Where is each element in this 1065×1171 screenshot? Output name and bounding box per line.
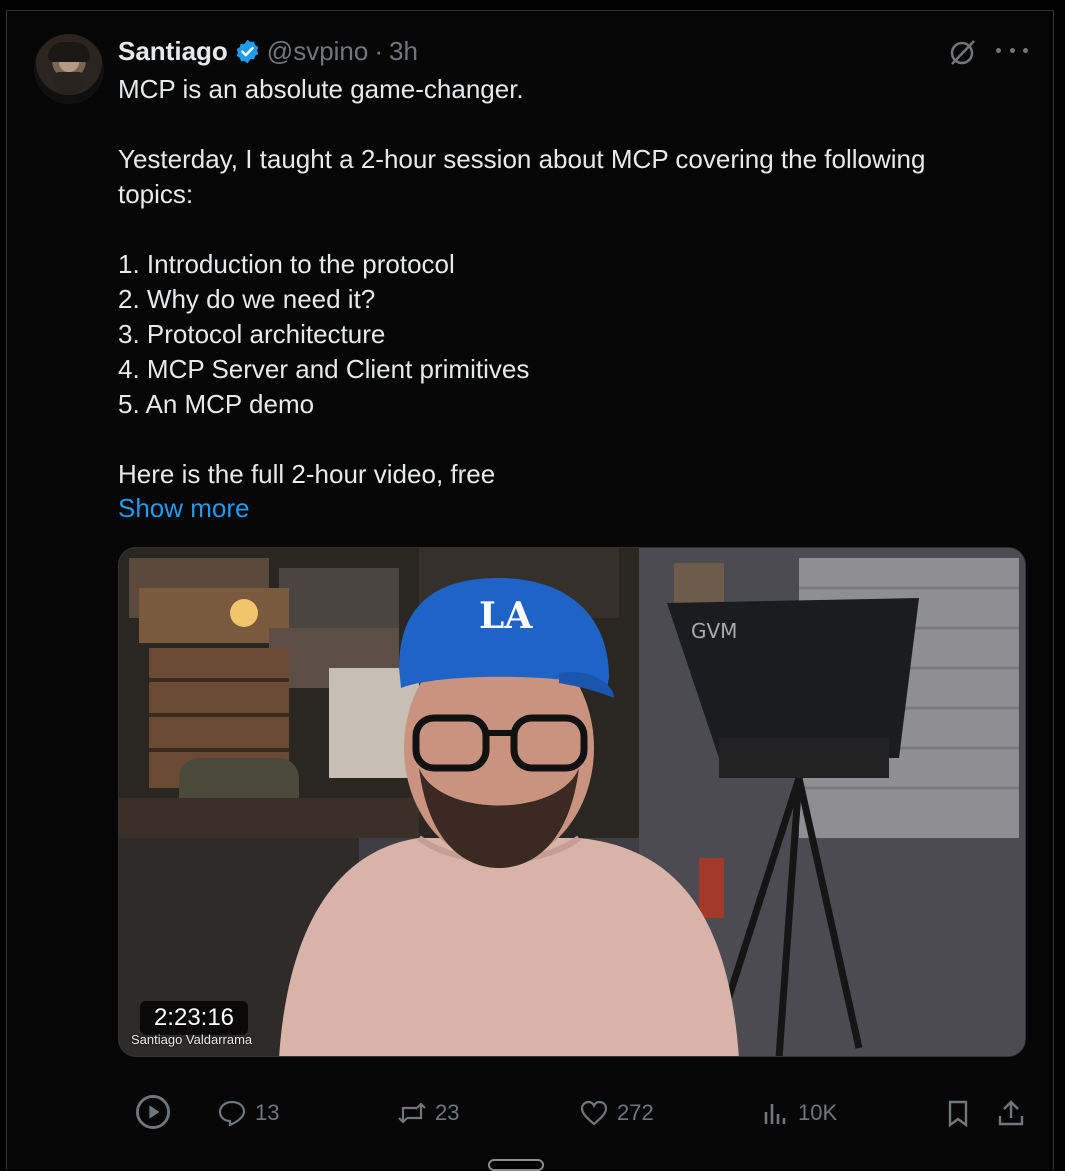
- heart-icon: [580, 1100, 608, 1126]
- repost-icon: [398, 1102, 426, 1124]
- author-name[interactable]: Santiago: [118, 36, 228, 67]
- more-icon[interactable]: [996, 38, 1028, 62]
- video-overlay-name: Santiago Valdarrama: [131, 1032, 253, 1047]
- video-player[interactable]: LA GVM: [118, 547, 1026, 1057]
- video-duration: 2:23:16: [140, 1001, 248, 1035]
- reply-count: 13: [255, 1100, 280, 1125]
- avatar-hair: [48, 42, 90, 62]
- reply-icon: [218, 1100, 246, 1127]
- tweet-header: Santiago @svpino · 3h: [118, 32, 418, 70]
- bookmark-icon: [948, 1100, 968, 1128]
- device-brand-label: GVM: [691, 619, 737, 643]
- avatar[interactable]: [34, 34, 104, 104]
- repost-count: 23: [435, 1100, 460, 1125]
- views-count: 10K: [798, 1100, 838, 1125]
- action-bar: 13 23 272 10K: [0, 1090, 1065, 1138]
- views-icon: [764, 1104, 786, 1124]
- tweet-time[interactable]: 3h: [389, 36, 418, 67]
- grok-icon[interactable]: [946, 36, 978, 68]
- scroll-indicator[interactable]: [488, 1159, 544, 1171]
- like-count: 272: [617, 1100, 654, 1125]
- reply-button[interactable]: 13: [217, 1098, 279, 1128]
- show-more-link[interactable]: Show more: [118, 491, 250, 526]
- play-icon: [135, 1094, 171, 1130]
- like-button[interactable]: 272: [579, 1098, 654, 1128]
- play-button[interactable]: [135, 1094, 171, 1130]
- bookmark-button[interactable]: [943, 1098, 973, 1128]
- author-handle[interactable]: @svpino: [267, 36, 369, 67]
- views-button[interactable]: 10K: [760, 1098, 837, 1128]
- tweet-text: MCP is an absolute game-changer. Yesterd…: [118, 74, 926, 489]
- verified-badge-icon: [236, 39, 259, 63]
- separator: ·: [374, 35, 384, 66]
- avatar-beard: [54, 72, 84, 94]
- video-frame: LA GVM: [119, 548, 1025, 1056]
- share-button[interactable]: [996, 1098, 1026, 1128]
- repost-button[interactable]: 23: [397, 1098, 459, 1128]
- cap-logo: LA: [479, 595, 533, 637]
- share-icon: [998, 1100, 1024, 1126]
